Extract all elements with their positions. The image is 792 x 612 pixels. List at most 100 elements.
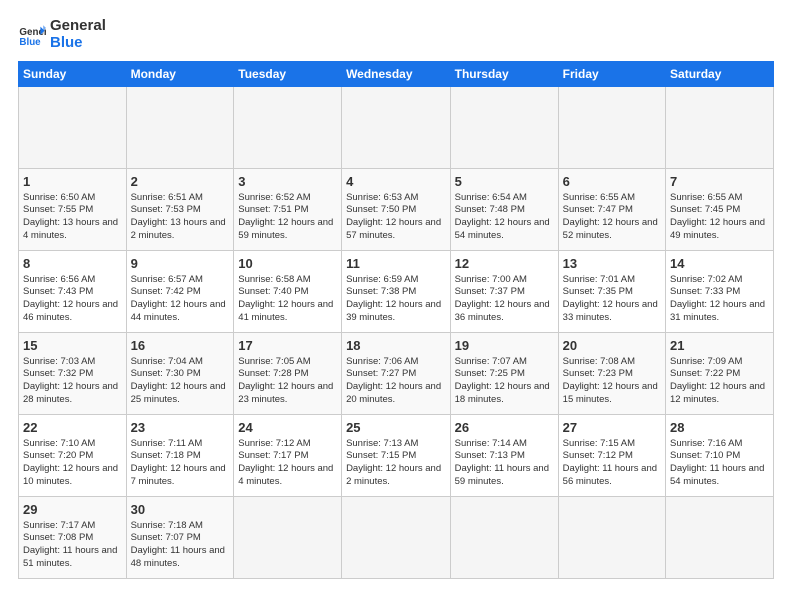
daylight: Daylight: 12 hours and 33 minutes. xyxy=(563,299,658,323)
logo-blue: Blue xyxy=(50,34,83,51)
day-number: 25 xyxy=(346,419,446,437)
day-number: 2 xyxy=(131,173,230,191)
day-number: 21 xyxy=(670,337,769,355)
calendar-cell: 5 Sunrise: 6:54 AM Sunset: 7:48 PM Dayli… xyxy=(450,169,558,251)
sunset: Sunset: 7:45 PM xyxy=(670,204,740,215)
sunrise: Sunrise: 6:58 AM xyxy=(238,274,310,285)
day-number: 30 xyxy=(131,501,230,519)
sunset: Sunset: 7:27 PM xyxy=(346,368,416,379)
calendar-cell xyxy=(450,497,558,579)
page: General Blue General Blue Sunday Monday … xyxy=(0,0,792,589)
daylight: Daylight: 12 hours and 20 minutes. xyxy=(346,381,441,405)
day-number: 5 xyxy=(455,173,554,191)
sunset: Sunset: 7:13 PM xyxy=(455,450,525,461)
sunset: Sunset: 7:33 PM xyxy=(670,286,740,297)
calendar-cell: 28 Sunrise: 7:16 AM Sunset: 7:10 PM Dayl… xyxy=(666,415,774,497)
calendar-cell: 16 Sunrise: 7:04 AM Sunset: 7:30 PM Dayl… xyxy=(126,333,234,415)
calendar-week-1: 1 Sunrise: 6:50 AM Sunset: 7:55 PM Dayli… xyxy=(19,169,774,251)
day-number: 27 xyxy=(563,419,661,437)
calendar-cell: 6 Sunrise: 6:55 AM Sunset: 7:47 PM Dayli… xyxy=(558,169,665,251)
sunset: Sunset: 7:18 PM xyxy=(131,450,201,461)
calendar-cell: 24 Sunrise: 7:12 AM Sunset: 7:17 PM Dayl… xyxy=(234,415,342,497)
day-number: 26 xyxy=(455,419,554,437)
calendar-cell: 1 Sunrise: 6:50 AM Sunset: 7:55 PM Dayli… xyxy=(19,169,127,251)
day-number: 18 xyxy=(346,337,446,355)
sunrise: Sunrise: 6:55 AM xyxy=(563,192,635,203)
calendar-cell: 13 Sunrise: 7:01 AM Sunset: 7:35 PM Dayl… xyxy=(558,251,665,333)
daylight: Daylight: 12 hours and 25 minutes. xyxy=(131,381,226,405)
col-tuesday: Tuesday xyxy=(234,62,342,87)
svg-text:Blue: Blue xyxy=(19,36,41,47)
sunset: Sunset: 7:51 PM xyxy=(238,204,308,215)
day-number: 9 xyxy=(131,255,230,273)
sunrise: Sunrise: 6:52 AM xyxy=(238,192,310,203)
daylight: Daylight: 11 hours and 54 minutes. xyxy=(670,463,764,487)
sunrise: Sunrise: 6:51 AM xyxy=(131,192,203,203)
daylight: Daylight: 11 hours and 51 minutes. xyxy=(23,545,117,569)
calendar-cell: 19 Sunrise: 7:07 AM Sunset: 7:25 PM Dayl… xyxy=(450,333,558,415)
calendar-body: 1 Sunrise: 6:50 AM Sunset: 7:55 PM Dayli… xyxy=(19,87,774,579)
daylight: Daylight: 12 hours and 28 minutes. xyxy=(23,381,118,405)
day-number: 6 xyxy=(563,173,661,191)
sunrise: Sunrise: 6:59 AM xyxy=(346,274,418,285)
sunrise: Sunrise: 6:50 AM xyxy=(23,192,95,203)
daylight: Daylight: 12 hours and 59 minutes. xyxy=(238,217,333,241)
calendar-cell: 23 Sunrise: 7:11 AM Sunset: 7:18 PM Dayl… xyxy=(126,415,234,497)
sunset: Sunset: 7:43 PM xyxy=(23,286,93,297)
calendar-week-2: 8 Sunrise: 6:56 AM Sunset: 7:43 PM Dayli… xyxy=(19,251,774,333)
calendar-cell: 30 Sunrise: 7:18 AM Sunset: 7:07 PM Dayl… xyxy=(126,497,234,579)
calendar-cell: 9 Sunrise: 6:57 AM Sunset: 7:42 PM Dayli… xyxy=(126,251,234,333)
calendar-cell xyxy=(450,87,558,169)
sunrise: Sunrise: 7:00 AM xyxy=(455,274,527,285)
sunset: Sunset: 7:50 PM xyxy=(346,204,416,215)
sunrise: Sunrise: 7:11 AM xyxy=(131,438,203,449)
calendar-cell: 29 Sunrise: 7:17 AM Sunset: 7:08 PM Dayl… xyxy=(19,497,127,579)
calendar-cell xyxy=(342,497,451,579)
daylight: Daylight: 12 hours and 18 minutes. xyxy=(455,381,550,405)
sunset: Sunset: 7:23 PM xyxy=(563,368,633,379)
daylight: Daylight: 12 hours and 4 minutes. xyxy=(238,463,333,487)
calendar-week-4: 22 Sunrise: 7:10 AM Sunset: 7:20 PM Dayl… xyxy=(19,415,774,497)
sunset: Sunset: 7:35 PM xyxy=(563,286,633,297)
logo-general: General xyxy=(50,17,106,34)
sunrise: Sunrise: 7:09 AM xyxy=(670,356,742,367)
sunrise: Sunrise: 6:53 AM xyxy=(346,192,418,203)
calendar-table: Sunday Monday Tuesday Wednesday Thursday… xyxy=(18,61,774,579)
calendar-cell: 12 Sunrise: 7:00 AM Sunset: 7:37 PM Dayl… xyxy=(450,251,558,333)
sunrise: Sunrise: 7:15 AM xyxy=(563,438,635,449)
daylight: Daylight: 12 hours and 41 minutes. xyxy=(238,299,333,323)
sunset: Sunset: 7:40 PM xyxy=(238,286,308,297)
sunset: Sunset: 7:12 PM xyxy=(563,450,633,461)
sunset: Sunset: 7:25 PM xyxy=(455,368,525,379)
day-number: 1 xyxy=(23,173,122,191)
calendar-cell: 18 Sunrise: 7:06 AM Sunset: 7:27 PM Dayl… xyxy=(342,333,451,415)
sunrise: Sunrise: 7:01 AM xyxy=(563,274,635,285)
daylight: Daylight: 12 hours and 57 minutes. xyxy=(346,217,441,241)
col-sunday: Sunday xyxy=(19,62,127,87)
daylight: Daylight: 12 hours and 54 minutes. xyxy=(455,217,550,241)
day-number: 22 xyxy=(23,419,122,437)
day-number: 3 xyxy=(238,173,337,191)
day-number: 13 xyxy=(563,255,661,273)
sunset: Sunset: 7:48 PM xyxy=(455,204,525,215)
day-number: 12 xyxy=(455,255,554,273)
sunset: Sunset: 7:53 PM xyxy=(131,204,201,215)
day-number: 23 xyxy=(131,419,230,437)
daylight: Daylight: 12 hours and 2 minutes. xyxy=(346,463,441,487)
sunset: Sunset: 7:07 PM xyxy=(131,532,201,543)
daylight: Daylight: 12 hours and 44 minutes. xyxy=(131,299,226,323)
calendar-cell: 10 Sunrise: 6:58 AM Sunset: 7:40 PM Dayl… xyxy=(234,251,342,333)
col-thursday: Thursday xyxy=(450,62,558,87)
calendar-cell xyxy=(558,497,665,579)
sunset: Sunset: 7:15 PM xyxy=(346,450,416,461)
day-number: 17 xyxy=(238,337,337,355)
daylight: Daylight: 13 hours and 2 minutes. xyxy=(131,217,226,241)
day-number: 24 xyxy=(238,419,337,437)
sunset: Sunset: 7:30 PM xyxy=(131,368,201,379)
day-number: 15 xyxy=(23,337,122,355)
logo-icon: General Blue xyxy=(18,21,46,49)
calendar-week-3: 15 Sunrise: 7:03 AM Sunset: 7:32 PM Dayl… xyxy=(19,333,774,415)
col-wednesday: Wednesday xyxy=(342,62,451,87)
day-number: 8 xyxy=(23,255,122,273)
calendar-cell: 14 Sunrise: 7:02 AM Sunset: 7:33 PM Dayl… xyxy=(666,251,774,333)
